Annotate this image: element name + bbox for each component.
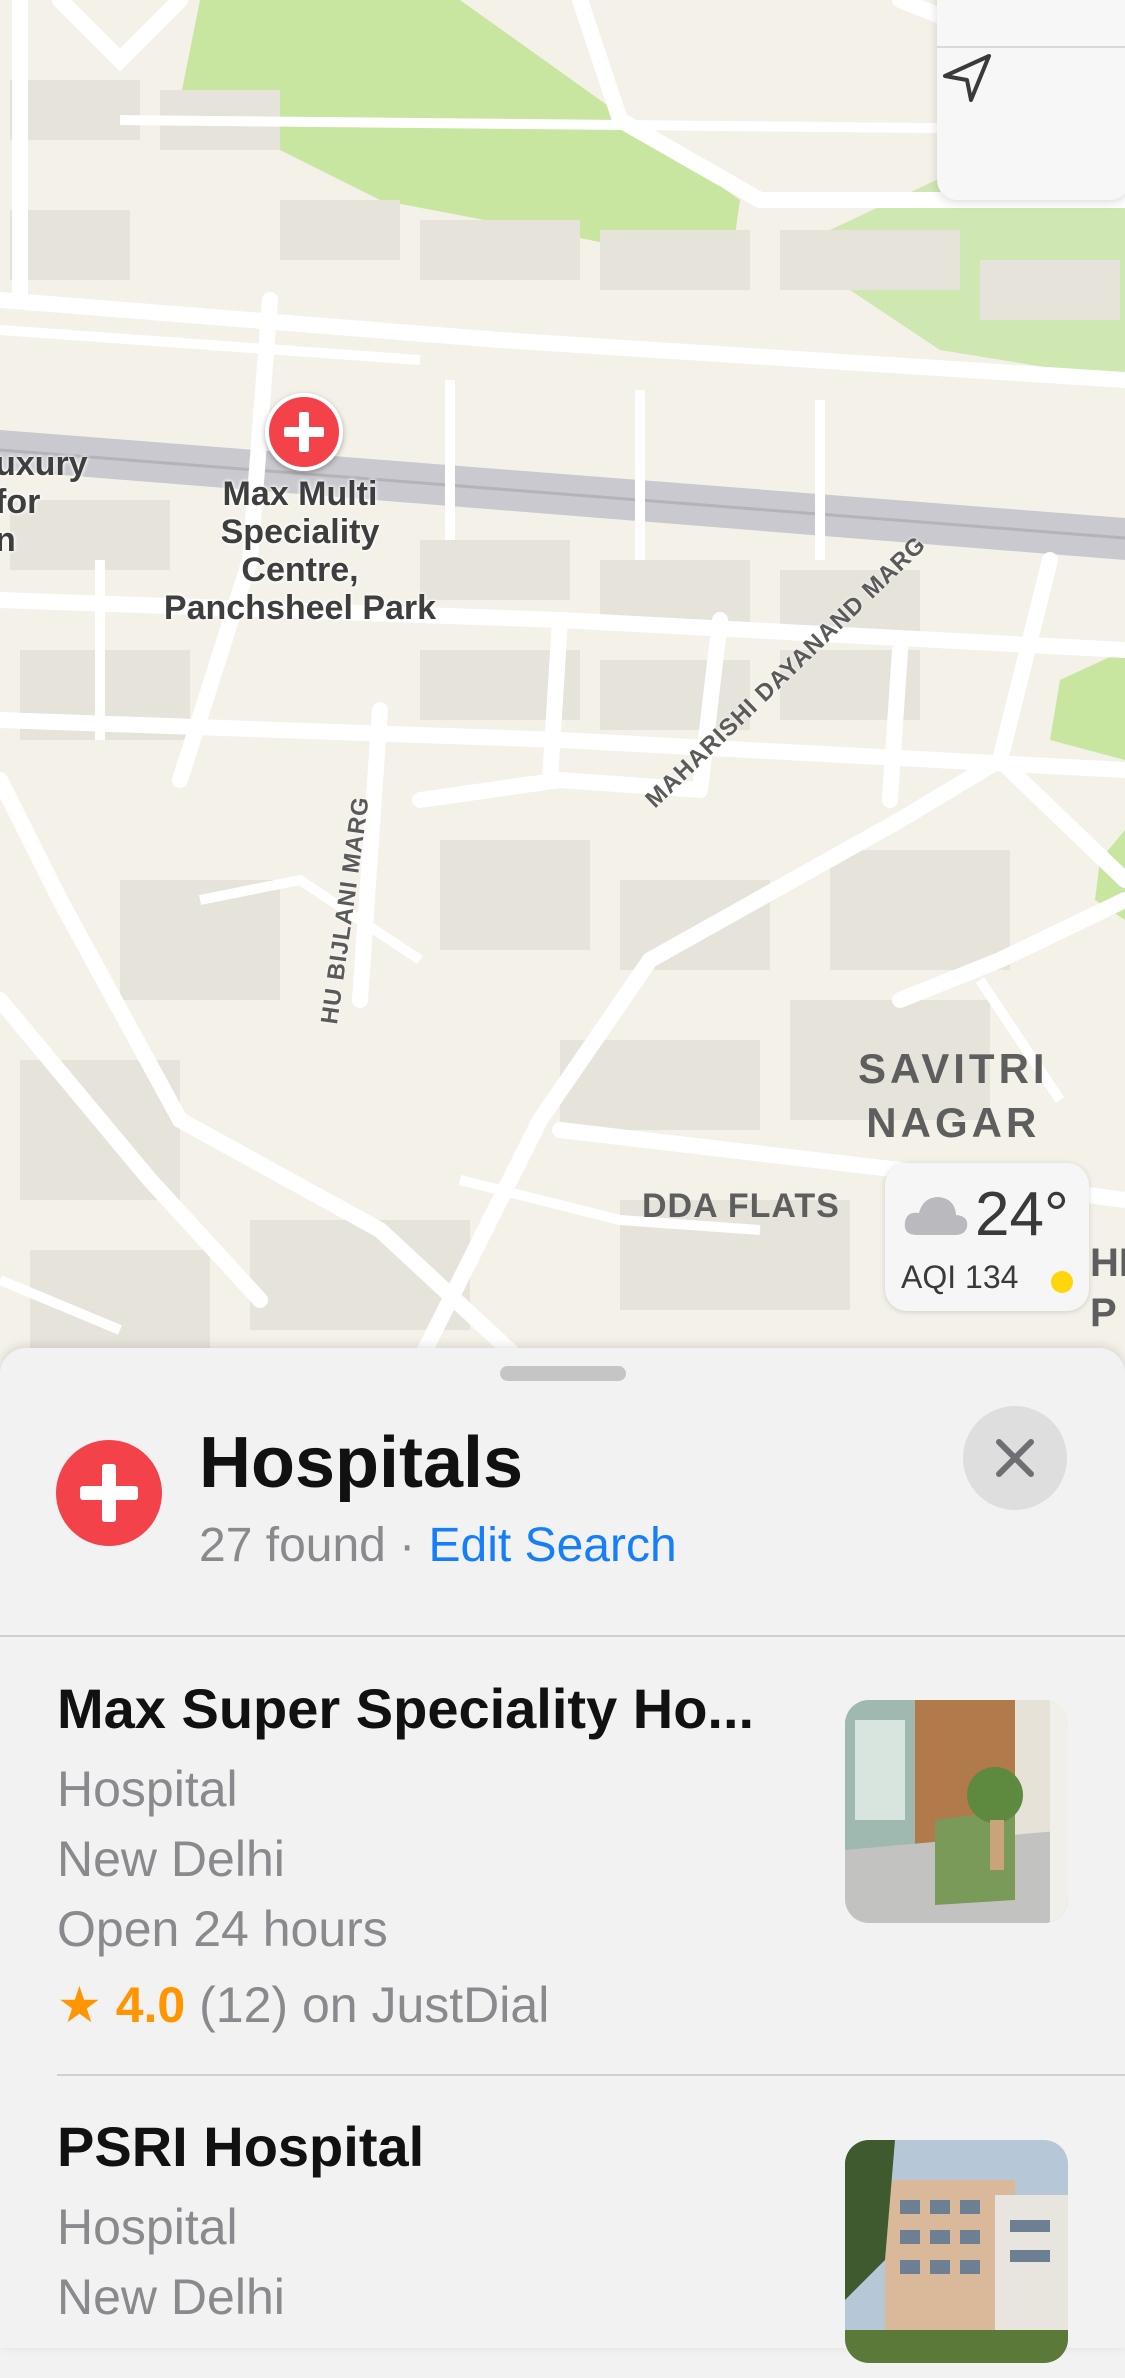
result-count: 27 found xyxy=(199,1519,386,1572)
list-item[interactable]: PSRI Hospital Hospital New Delhi xyxy=(0,2078,1125,2378)
sheet-header-divider xyxy=(0,1635,1125,1637)
rating-reviews: (12) on JustDial xyxy=(199,1977,550,2033)
weather-widget[interactable]: 24° AQI 134 xyxy=(885,1163,1089,1311)
rating-score: 4.0 xyxy=(115,1977,186,2033)
star-icon: ★ xyxy=(57,1977,102,2033)
sheet-grabber[interactable] xyxy=(500,1366,626,1381)
area-label-edge-partial: HE P xyxy=(1090,1241,1125,1335)
list-item[interactable]: Max Super Speciality Ho... Hospital New … xyxy=(0,1638,1125,2078)
close-icon xyxy=(996,1439,1034,1477)
result-category: Hospital xyxy=(57,2199,238,2255)
result-name: Max Super Speciality Ho... xyxy=(57,1677,755,1740)
row-divider xyxy=(57,2074,1125,2076)
poi-label-max-multi[interactable]: Max Multi Speciality Centre, Panchsheel … xyxy=(130,475,470,627)
result-name: PSRI Hospital xyxy=(57,2115,425,2178)
result-city: New Delhi xyxy=(57,2269,285,2325)
result-hours: Open 24 hours xyxy=(57,1901,388,1957)
area-label-savitri-nagar: SAVITRI NAGAR xyxy=(858,1045,1049,1146)
result-photo[interactable] xyxy=(845,1700,1068,1923)
close-button[interactable] xyxy=(963,1406,1067,1510)
location-button[interactable] xyxy=(937,48,1125,198)
cloud-icon xyxy=(904,1197,968,1235)
hospital-building-photo xyxy=(845,2140,1068,2363)
hospital-interior-photo xyxy=(845,1700,1068,1923)
results-sheet[interactable]: Hospitals 27 found · Edit Search Max Sup… xyxy=(0,1348,1125,2363)
result-city: New Delhi xyxy=(57,1831,285,1887)
partial-poi-label: uxury for n xyxy=(0,445,88,559)
weather-temperature: 24° xyxy=(975,1180,1069,1249)
location-arrow-icon xyxy=(943,54,991,102)
edit-search-link[interactable]: Edit Search xyxy=(429,1519,677,1572)
result-photo[interactable] xyxy=(845,2140,1068,2363)
weather-aqi: AQI 134 xyxy=(901,1259,1019,1295)
area-label-dda-flats: DDA FLATS xyxy=(642,1187,840,1225)
map-canvas[interactable] xyxy=(0,0,1125,1360)
sheet-title: Hospitals xyxy=(199,1423,524,1503)
aqi-indicator-dot xyxy=(1051,1271,1073,1293)
hospital-cross-icon xyxy=(56,1440,162,1546)
result-rating: ★ 4.0 (12) on JustDial xyxy=(57,1976,549,2034)
sheet-subtitle: 27 found · Edit Search xyxy=(199,1518,677,1573)
map-view[interactable]: Max Multi Speciality Centre, Panchsheel … xyxy=(0,0,1125,1360)
map-controls-panel xyxy=(937,0,1125,200)
subtitle-separator: · xyxy=(385,1519,429,1572)
hospital-map-pin-icon[interactable] xyxy=(265,393,343,471)
result-category: Hospital xyxy=(57,1761,238,1817)
